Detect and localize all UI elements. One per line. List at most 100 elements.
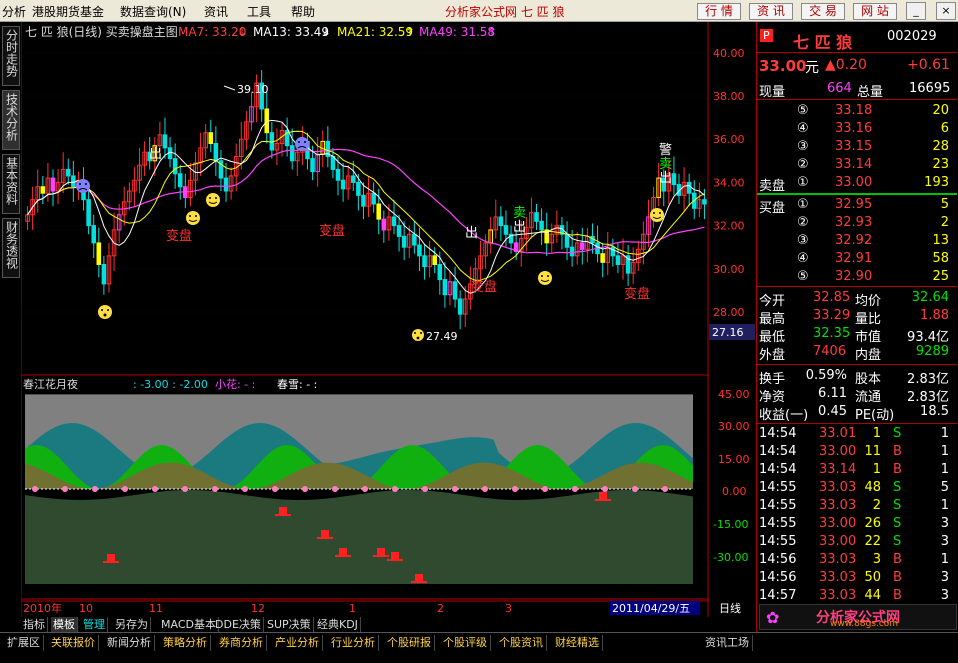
quote-row: 外盘 7406 内盘 9289 — [757, 343, 957, 363]
status-ext-area[interactable]: 扩展区 — [4, 635, 44, 651]
status-stock-news[interactable]: 个股资讯 — [496, 635, 547, 651]
status-broker[interactable]: 券商分析 — [216, 635, 267, 651]
tick-side: S — [893, 534, 902, 549]
sell-price: 33.14 — [835, 157, 873, 172]
tab-dde[interactable]: DDE决策 — [213, 617, 264, 632]
menu-analysis[interactable]: 分析 — [2, 3, 26, 20]
candle-body — [503, 225, 509, 235]
buy-level: ③ — [797, 233, 809, 248]
date-jan: 1 — [349, 602, 356, 615]
candle-body — [671, 173, 677, 186]
zero-marker — [362, 486, 368, 492]
flag-marker — [599, 492, 607, 500]
zero-marker — [62, 486, 68, 492]
quote-row: 14:55 33.03 48 S 5 — [757, 479, 957, 497]
tick-volume: 1 — [872, 426, 881, 441]
zero-marker — [92, 486, 98, 492]
left-tab-rail: 分时走势 技术分析 基本资料 财务透视 — [0, 22, 21, 622]
menu-tools[interactable]: 工具 — [247, 3, 271, 20]
quotes-button[interactable]: 行 情 — [697, 3, 741, 20]
zero-marker — [152, 486, 158, 492]
sell-volume: 23 — [932, 157, 949, 172]
menu-news[interactable]: 资讯 — [204, 3, 228, 20]
tick-time: 14:55 — [759, 480, 797, 495]
cursor-date: 2011/04/29/五 — [612, 602, 690, 615]
quote-row: 14:57 33.03 44 B 3 — [757, 587, 957, 605]
quote-row: 换手 0.59% 股本 2.83亿 — [757, 367, 957, 387]
stock-code: 002029 — [887, 29, 937, 44]
ma13-label: MA13: 33.49 — [253, 25, 329, 39]
tick-time: 14:55 — [759, 516, 797, 531]
tick-volume: 22 — [864, 534, 881, 549]
zero-marker — [332, 486, 338, 492]
tick-count: 1 — [940, 426, 949, 441]
news-button[interactable]: 资 讯 — [749, 3, 793, 20]
status-news-workshop[interactable]: 资讯工场 — [702, 635, 753, 651]
tab-fundamentals[interactable]: 基本资料 — [2, 154, 20, 214]
sub-chart-flower: 小花: - : — [215, 378, 255, 391]
menu-help[interactable]: 帮助 — [291, 3, 315, 20]
signal-exit-2: 出 — [465, 226, 478, 241]
tab-kdj[interactable]: 经典KDJ — [315, 617, 361, 632]
buy-price: 32.92 — [835, 233, 873, 248]
quote-row: ③ 33.15 28 — [757, 138, 957, 156]
tab-indicator[interactable]: 指标 — [21, 617, 48, 632]
tick-side: B — [893, 552, 902, 567]
status-strategy[interactable]: 策略分析 — [160, 635, 211, 651]
tab-save-as[interactable]: 另存为 — [113, 617, 151, 632]
candle-body — [371, 192, 376, 205]
high-price-label: 39.10 — [237, 83, 269, 96]
status-research[interactable]: 个股研报 — [384, 635, 435, 651]
tick-volume: 50 — [864, 570, 881, 585]
stat-value: 32.35 — [813, 326, 851, 341]
flag-marker — [107, 554, 115, 562]
tab-financials[interactable]: 财务透视 — [2, 218, 20, 278]
buy-volume: 13 — [932, 233, 949, 248]
candle-body — [40, 186, 46, 194]
buy-level: ④ — [797, 251, 809, 266]
tick-count: 1 — [940, 552, 949, 567]
tab-macd[interactable]: MACD基本 — [159, 617, 219, 632]
sub-axis-m30: -30.00 — [713, 551, 748, 564]
menu-data-query[interactable]: 数据查询(N) — [120, 3, 186, 20]
tab-template[interactable]: 模板 — [51, 617, 78, 632]
fund-label: 收益(一) — [759, 408, 809, 423]
candle-body — [615, 255, 621, 265]
chart-svg[interactable]: 七 匹 狼(日线) 买卖操盘主图 MA7: 33.20 ↓ MA13: 33.4… — [20, 22, 756, 617]
close-button[interactable]: × — [936, 2, 956, 20]
tick-count: 1 — [940, 444, 949, 459]
status-sector[interactable]: 行业分析 — [328, 635, 379, 651]
tab-intraday[interactable]: 分时走势 — [2, 26, 20, 86]
status-news-analysis[interactable]: 新闻分析 — [104, 635, 155, 651]
candle-body — [71, 175, 76, 188]
minimize-button[interactable]: _ — [906, 2, 926, 20]
candle-body — [335, 168, 341, 181]
menu-hk-futures[interactable]: 港股期货基金 — [32, 3, 104, 20]
chart-area[interactable]: 七 匹 狼(日线) 买卖操盘主图 MA7: 33.20 ↓ MA13: 33.4… — [20, 22, 756, 617]
status-rating[interactable]: 个股评级 — [440, 635, 491, 651]
candle-body — [208, 132, 214, 145]
zero-marker — [32, 486, 38, 492]
trade-button[interactable]: 交 易 — [801, 3, 845, 20]
flag-marker — [279, 507, 287, 515]
candle-body — [213, 143, 219, 162]
tick-time: 14:57 — [759, 588, 797, 603]
signal-change-3: 变盘 — [471, 279, 497, 295]
ma21-arrow: ↑ — [405, 25, 415, 39]
tab-sup[interactable]: SUP决策 — [265, 617, 314, 632]
status-finance-picks[interactable]: 财经精选 — [552, 635, 603, 651]
main-grid — [21, 52, 709, 313]
price-tick: 28.00 — [713, 306, 745, 319]
status-related-quotes[interactable]: 关联报价 — [48, 635, 99, 651]
zero-marker — [182, 486, 188, 492]
tab-manage[interactable]: 管理 — [81, 617, 108, 632]
stat-value: 32.64 — [911, 290, 949, 305]
zero-marker — [242, 486, 248, 492]
tick-count: 3 — [940, 534, 949, 549]
candle-body — [686, 181, 692, 194]
tab-technical[interactable]: 技术分析 — [2, 90, 20, 150]
zero-marker — [632, 486, 638, 492]
status-industry-chain[interactable]: 产业分析 — [272, 635, 323, 651]
website-button[interactable]: 网 站 — [853, 3, 897, 20]
buy-price: 32.95 — [835, 197, 873, 212]
